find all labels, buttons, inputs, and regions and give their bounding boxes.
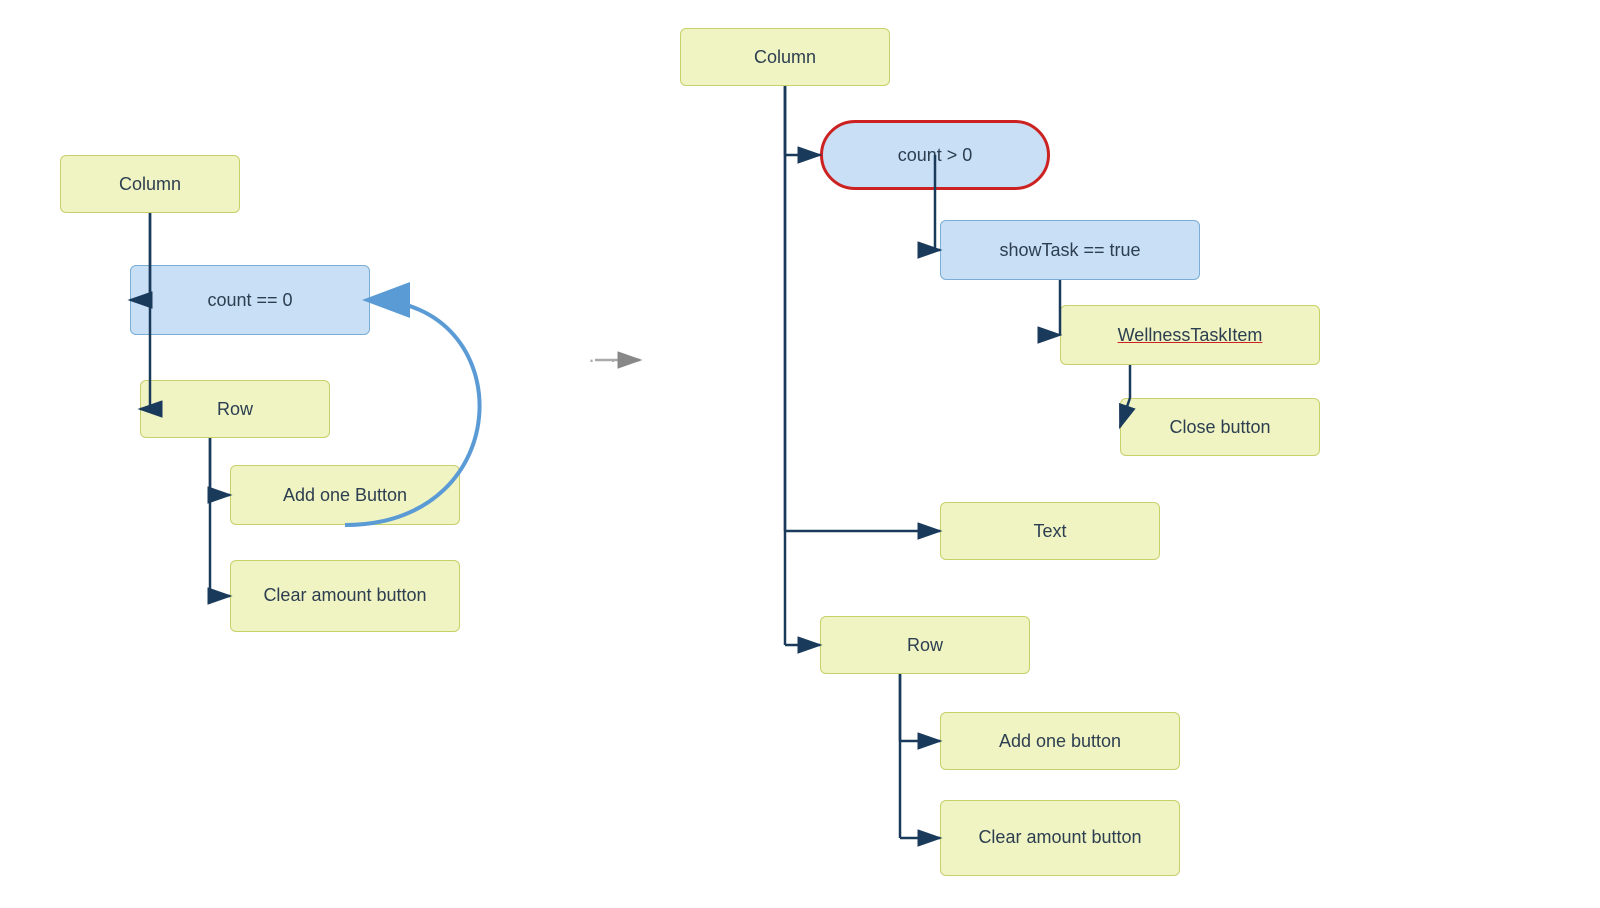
right-wellness-node: WellnessTaskItem (1060, 305, 1320, 365)
right-text-node: Text (940, 502, 1160, 560)
left-row-node: Row (140, 380, 330, 438)
right-row-node: Row (820, 616, 1030, 674)
left-count-eq-0-node: count == 0 (130, 265, 370, 335)
right-column-node: Column (680, 28, 890, 86)
ellipsis-separator: · · · (555, 340, 675, 380)
right-close-button-node: Close button (1120, 398, 1320, 456)
right-clear-amount-node: Clear amount button (940, 800, 1180, 876)
right-add-one-button-node: Add one button (940, 712, 1180, 770)
right-show-task-node: showTask == true (940, 220, 1200, 280)
left-add-one-button-node: Add one Button (230, 465, 460, 525)
right-count-gt-0-node: count > 0 (820, 120, 1050, 190)
left-column-node: Column (60, 155, 240, 213)
connector-lines (0, 0, 1600, 908)
left-clear-amount-node: Clear amount button (230, 560, 460, 632)
